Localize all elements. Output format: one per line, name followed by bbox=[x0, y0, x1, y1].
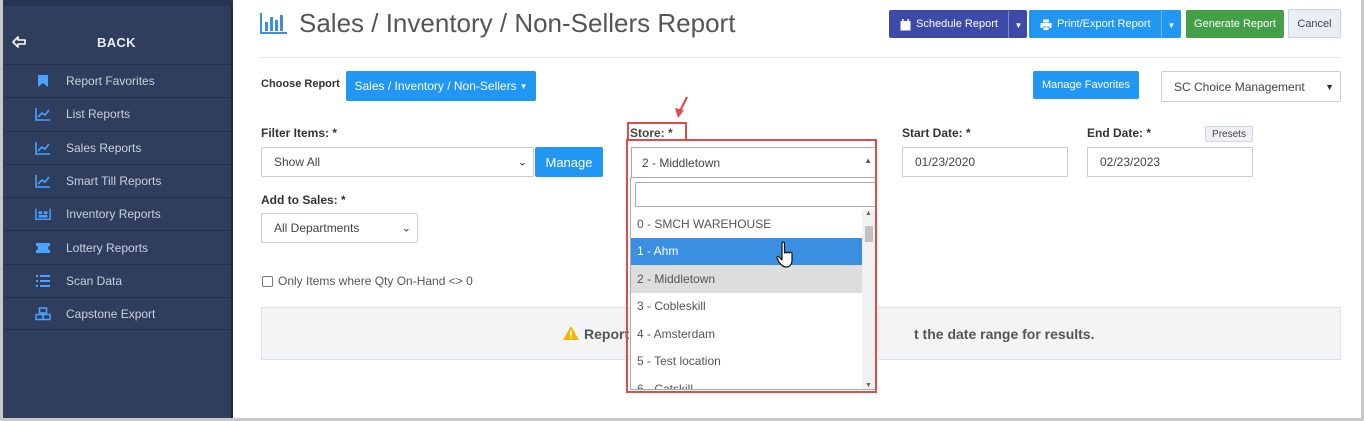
add-to-sales-select[interactable]: All Departments ⌄ bbox=[261, 213, 418, 243]
sidebar-item-sales-reports[interactable]: Sales Reports bbox=[3, 130, 233, 164]
end-date-input[interactable]: 02/23/2023 bbox=[1087, 147, 1253, 177]
choose-report-label: Choose Report bbox=[261, 78, 340, 90]
start-date-label: Start Date: * bbox=[902, 126, 971, 140]
back-button[interactable]: BACK bbox=[3, 22, 233, 62]
schedule-report-button[interactable]: Schedule Report ▼ bbox=[889, 10, 1028, 39]
sidebar-item-label: Scan Data bbox=[66, 273, 123, 288]
sidebar-item-list-reports[interactable]: List Reports bbox=[3, 97, 233, 130]
sidebar-menu: Report Favorites List Reports Sales Repo… bbox=[3, 64, 233, 331]
filter-items-select[interactable]: Show All ⌄ bbox=[261, 147, 534, 177]
line-chart-icon bbox=[35, 106, 51, 122]
caret-down-icon: ▼ bbox=[519, 81, 528, 91]
sidebar-item-label: Smart Till Reports bbox=[66, 174, 162, 189]
presets-button[interactable]: Presets bbox=[1205, 126, 1253, 142]
sidebar-item-label: Lottery Reports bbox=[66, 240, 149, 255]
app-window: BACK Report Favorites List Reports Sales… bbox=[0, 0, 1364, 421]
sidebar-item-report-favorites[interactable]: Report Favorites bbox=[3, 64, 233, 97]
sidebar-top-strip bbox=[3, 0, 233, 6]
print-export-label: Print/Export Report bbox=[1057, 18, 1151, 30]
line-chart-icon bbox=[35, 173, 51, 189]
sidebar-item-label: List Reports bbox=[66, 107, 131, 122]
manage-button[interactable]: Manage bbox=[535, 147, 603, 177]
alert-text-right: t the date range for results. bbox=[914, 326, 1095, 342]
annotation-dropdown-box bbox=[626, 139, 877, 393]
company-select[interactable]: SC Choice Management ▼ bbox=[1161, 71, 1341, 102]
sidebar-item-smart-till-reports[interactable]: Smart Till Reports bbox=[3, 163, 233, 197]
schedule-report-label: Schedule Report bbox=[916, 18, 998, 30]
warning-icon bbox=[562, 325, 580, 341]
calendar-icon bbox=[900, 19, 911, 34]
end-date-label: End Date: * bbox=[1087, 126, 1152, 140]
line-chart-icon bbox=[35, 140, 51, 156]
print-dropdown-caret[interactable]: ▼ bbox=[1161, 11, 1181, 39]
choose-report-value: Sales / Inventory / Non-Sellers bbox=[354, 79, 517, 93]
filter-items-value: Show All bbox=[274, 155, 321, 169]
print-export-button[interactable]: Print/Export Report ▼ bbox=[1029, 10, 1181, 39]
cubes-icon bbox=[35, 306, 51, 322]
header-divider bbox=[260, 57, 1341, 58]
choose-report-dropdown[interactable]: Sales / Inventory / Non-Sellers ▼ bbox=[346, 71, 536, 101]
qty-on-hand-checkbox[interactable] bbox=[262, 276, 273, 287]
sidebar-item-label: Report Favorites bbox=[66, 74, 155, 89]
add-to-sales-label: Add to Sales: * bbox=[261, 193, 346, 207]
inventory-icon bbox=[35, 206, 51, 222]
cancel-button[interactable]: Cancel bbox=[1288, 9, 1341, 38]
back-label: BACK bbox=[97, 35, 136, 50]
company-select-value: SC Choice Management bbox=[1174, 79, 1305, 94]
qty-on-hand-label: Only Items where Qty On-Hand <> 0 bbox=[278, 274, 473, 288]
ticket-icon bbox=[35, 240, 51, 256]
schedule-dropdown-caret[interactable]: ▼ bbox=[1008, 11, 1028, 39]
back-arrow-icon bbox=[11, 34, 27, 50]
print-icon bbox=[1040, 19, 1052, 34]
main-content: Sales / Inventory / Non-Sellers Report S… bbox=[235, 0, 1361, 418]
sidebar: BACK Report Favorites List Reports Sales… bbox=[3, 0, 233, 418]
sidebar-item-label: Sales Reports bbox=[66, 140, 142, 155]
page-title: Sales / Inventory / Non-Sellers Report bbox=[299, 8, 736, 38]
sidebar-item-label: Inventory Reports bbox=[66, 207, 161, 222]
chevron-down-icon: ⌄ bbox=[517, 156, 527, 169]
filter-items-label: Filter Items: * bbox=[261, 126, 338, 140]
sidebar-item-scan-data[interactable]: Scan Data bbox=[3, 263, 233, 297]
start-date-input[interactable]: 01/23/2020 bbox=[902, 147, 1068, 177]
bookmark-icon bbox=[35, 73, 51, 89]
list-icon bbox=[35, 273, 51, 289]
sidebar-item-lottery-reports[interactable]: Lottery Reports bbox=[3, 230, 233, 263]
manage-favorites-button[interactable]: Manage Favorites bbox=[1033, 71, 1139, 99]
annotation-arrow-icon bbox=[667, 95, 691, 127]
chevron-down-icon: ⌄ bbox=[401, 222, 411, 235]
generate-report-button[interactable]: Generate Report bbox=[1186, 10, 1284, 38]
sidebar-item-inventory-reports[interactable]: Inventory Reports bbox=[3, 197, 233, 230]
sidebar-item-label: Capstone Export bbox=[66, 306, 156, 321]
hand-pointer-icon bbox=[776, 241, 796, 269]
sidebar-item-capstone-export[interactable]: Capstone Export bbox=[3, 297, 233, 331]
add-to-sales-value: All Departments bbox=[274, 221, 360, 235]
bar-chart-icon bbox=[260, 12, 288, 34]
caret-down-icon: ▼ bbox=[1325, 81, 1334, 92]
